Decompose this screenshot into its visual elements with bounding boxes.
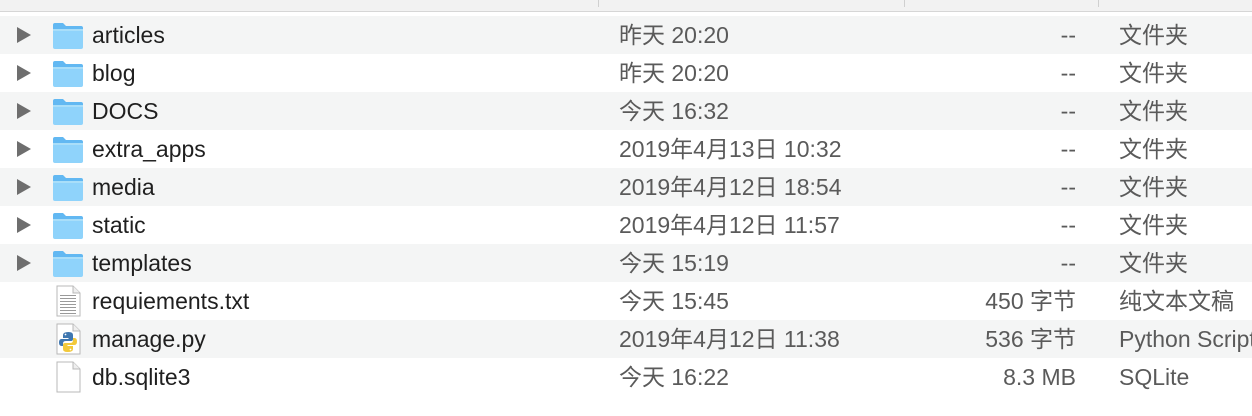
disclosure-triangle-icon[interactable] xyxy=(17,217,31,233)
file-row-media[interactable]: media 2019年4月12日 18:54 -- 文件夹 xyxy=(0,168,1252,206)
folder-icon xyxy=(51,209,85,241)
date-modified: 2019年4月12日 11:57 xyxy=(619,212,840,238)
folder-icon xyxy=(51,95,85,127)
date-modified: 昨天 20:20 xyxy=(619,22,729,48)
file-size: -- xyxy=(1060,212,1076,238)
file-kind: SQLite xyxy=(1119,364,1190,390)
date-modified: 今天 16:32 xyxy=(619,98,729,124)
file-name[interactable]: media xyxy=(92,168,155,206)
file-size: -- xyxy=(1060,60,1076,86)
date-modified: 昨天 20:20 xyxy=(619,60,729,86)
column-header-bar[interactable] xyxy=(0,0,1252,12)
file-name[interactable]: templates xyxy=(92,244,192,282)
folder-icon xyxy=(51,19,85,51)
column-separator[interactable] xyxy=(904,0,905,7)
file-name[interactable]: DOCS xyxy=(92,92,158,130)
file-kind: 文件夹 xyxy=(1119,136,1188,162)
file-row-db-sqlite3[interactable]: db.sqlite3 今天 16:22 8.3 MB SQLite xyxy=(0,358,1252,396)
file-row-extra-apps[interactable]: extra_apps 2019年4月13日 10:32 -- 文件夹 xyxy=(0,130,1252,168)
date-modified: 2019年4月13日 10:32 xyxy=(619,136,842,162)
file-size: 450 字节 xyxy=(985,288,1076,314)
folder-icon xyxy=(51,57,85,89)
file-kind: Python Script xyxy=(1119,326,1252,352)
file-row-requiements-txt[interactable]: requiements.txt 今天 15:45 450 字节 纯文本文稿 xyxy=(0,282,1252,320)
disclosure-triangle-icon[interactable] xyxy=(17,141,31,157)
file-kind: 文件夹 xyxy=(1119,98,1188,124)
file-name[interactable]: articles xyxy=(92,16,165,54)
file-kind: 文件夹 xyxy=(1119,60,1188,86)
file-row-blog[interactable]: blog 昨天 20:20 -- 文件夹 xyxy=(0,54,1252,92)
file-kind: 文件夹 xyxy=(1119,22,1188,48)
file-name[interactable]: static xyxy=(92,206,146,244)
column-separator[interactable] xyxy=(1098,0,1099,7)
file-size: 8.3 MB xyxy=(1003,364,1076,390)
file-row-static[interactable]: static 2019年4月12日 11:57 -- 文件夹 xyxy=(0,206,1252,244)
file-size: -- xyxy=(1060,98,1076,124)
disclosure-triangle-icon[interactable] xyxy=(17,255,31,271)
disclosure-triangle-icon[interactable] xyxy=(17,103,31,119)
file-row-articles[interactable]: articles 昨天 20:20 -- 文件夹 xyxy=(0,16,1252,54)
disclosure-triangle-icon[interactable] xyxy=(17,179,31,195)
file-row-templates[interactable]: templates 今天 15:19 -- 文件夹 xyxy=(0,244,1252,282)
disclosure-triangle-icon[interactable] xyxy=(17,65,31,81)
column-separator[interactable] xyxy=(598,0,599,7)
file-name[interactable]: db.sqlite3 xyxy=(92,358,190,396)
file-kind: 文件夹 xyxy=(1119,212,1188,238)
date-modified: 2019年4月12日 11:38 xyxy=(619,326,840,352)
list-empty-area xyxy=(0,396,1252,416)
finder-list-view: articles 昨天 20:20 -- 文件夹 blog 昨天 20:20 -- 文件夹 DO… xyxy=(0,0,1252,416)
date-modified: 今天 16:22 xyxy=(619,364,729,390)
folder-icon xyxy=(51,247,85,279)
file-size: -- xyxy=(1060,136,1076,162)
file-kind: 文件夹 xyxy=(1119,250,1188,276)
disclosure-triangle-icon[interactable] xyxy=(17,27,31,43)
file-kind: 纯文本文稿 xyxy=(1119,288,1234,314)
file-size: -- xyxy=(1060,22,1076,48)
python-file-icon xyxy=(51,323,85,355)
blank-file-icon xyxy=(51,361,85,393)
file-list: articles 昨天 20:20 -- 文件夹 blog 昨天 20:20 -- 文件夹 DO… xyxy=(0,16,1252,396)
file-name[interactable]: extra_apps xyxy=(92,130,206,168)
file-row-docs[interactable]: DOCS 今天 16:32 -- 文件夹 xyxy=(0,92,1252,130)
file-name[interactable]: manage.py xyxy=(92,320,206,358)
folder-icon xyxy=(51,133,85,165)
date-modified: 2019年4月12日 18:54 xyxy=(619,174,842,200)
file-size: 536 字节 xyxy=(985,326,1076,352)
date-modified: 今天 15:19 xyxy=(619,250,729,276)
file-name[interactable]: requiements.txt xyxy=(92,282,249,320)
file-name[interactable]: blog xyxy=(92,54,135,92)
file-size: -- xyxy=(1060,250,1076,276)
file-row-manage-py[interactable]: manage.py 2019年4月12日 11:38 536 字节 Python Sc… xyxy=(0,320,1252,358)
folder-icon xyxy=(51,171,85,203)
file-kind: 文件夹 xyxy=(1119,174,1188,200)
file-size: -- xyxy=(1060,174,1076,200)
date-modified: 今天 15:45 xyxy=(619,288,729,314)
text-file-icon xyxy=(51,285,85,317)
